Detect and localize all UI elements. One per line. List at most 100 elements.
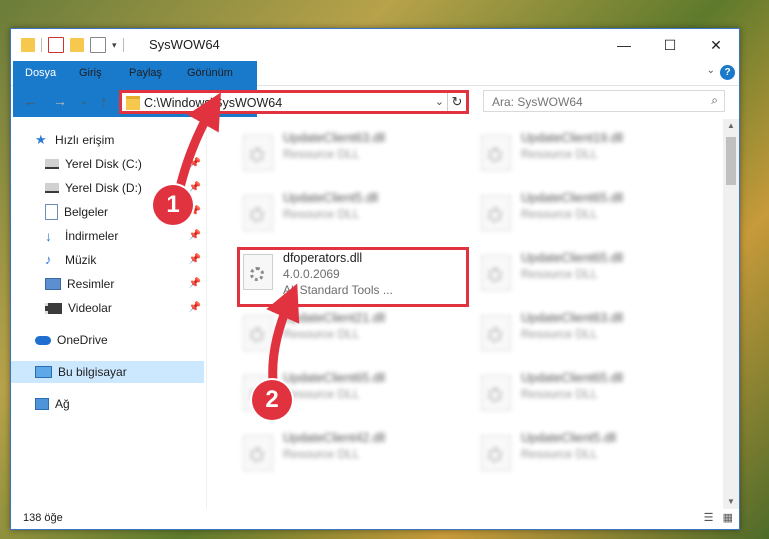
- window-title: SysWOW64: [149, 37, 220, 52]
- sidebar-item-label: Hızlı erişim: [55, 133, 115, 147]
- quick-access-toolbar: ▾: [21, 37, 130, 53]
- search-icon[interactable]: ⌕: [711, 93, 718, 108]
- file-version: 4.0.0.2069: [283, 267, 340, 281]
- back-arrow-icon[interactable]: ←: [21, 92, 39, 110]
- search-input[interactable]: [490, 94, 694, 110]
- file-item[interactable]: UpdateClient63.dll Resource DLL: [237, 129, 457, 185]
- sidebar-item-onedrive[interactable]: OneDrive: [35, 329, 108, 351]
- pin-icon[interactable]: 📌: [189, 153, 201, 175]
- folder-icon: [126, 96, 140, 110]
- forward-arrow-icon[interactable]: →: [51, 92, 69, 110]
- recent-locations-icon[interactable]: ⌄: [75, 92, 93, 110]
- file-item[interactable]: UpdateClient42.dll Resource DLL: [237, 429, 457, 485]
- gear-icon: [488, 208, 502, 222]
- ribbon-tabs: Dosya Giriş Paylaş Görünüm ⌄ ?: [11, 61, 739, 117]
- tab-giris[interactable]: Giriş: [69, 61, 112, 85]
- file-name: UpdateClient42.dll: [283, 431, 386, 445]
- file-item[interactable]: UpdateClient65.dll Resource DLL: [475, 189, 695, 245]
- sidebar-item-label: Bu bilgisayar: [58, 365, 127, 379]
- search-box[interactable]: ⌕: [483, 90, 725, 112]
- sidebar-item-label: Resimler: [67, 277, 115, 291]
- sidebar-item-this-pc[interactable]: Bu bilgisayar: [11, 361, 204, 383]
- chevron-down-icon[interactable]: ⌄: [435, 95, 444, 108]
- file-description: Resource DLL: [521, 267, 598, 281]
- file-item[interactable]: UpdateClient65.dll Resource DLL: [475, 369, 695, 425]
- gear-icon: [250, 448, 264, 462]
- vertical-scrollbar[interactable]: ▲ ▼: [723, 119, 739, 509]
- new-folder-icon[interactable]: [70, 38, 84, 52]
- dll-file-icon: [481, 195, 511, 231]
- large-icons-view-icon[interactable]: ▦: [723, 512, 733, 524]
- pin-icon[interactable]: 📌: [189, 273, 201, 295]
- sidebar-item-label: Videolar: [68, 301, 112, 315]
- sidebar-item-label: OneDrive: [57, 333, 108, 347]
- tab-gorunum[interactable]: Görünüm: [177, 61, 243, 85]
- address-bar[interactable]: C:\Windows\SysWOW64 ⌄ ↻: [119, 90, 469, 114]
- pane-divider[interactable]: [206, 119, 207, 509]
- file-item[interactable]: UpdateClient63.dll Resource DLL: [475, 309, 695, 365]
- file-description: Resource DLL: [521, 447, 598, 461]
- star-icon: ★: [35, 132, 47, 147]
- sidebar-item-pictures[interactable]: Resimler 📌: [45, 273, 201, 295]
- folder-icon: [21, 38, 35, 52]
- file-name: UpdateClient21.dll: [283, 311, 386, 325]
- view-toggle-icon[interactable]: [90, 37, 106, 53]
- scroll-thumb[interactable]: [726, 137, 736, 185]
- sidebar-item-label: Yerel Disk (D:): [65, 181, 142, 195]
- step-badge-1: 1: [153, 185, 193, 225]
- dll-file-icon: [481, 135, 511, 171]
- sidebar-item-label: Müzik: [65, 253, 97, 267]
- pin-icon[interactable]: 📌: [189, 225, 201, 247]
- file-name: UpdateClient65.dll: [521, 371, 624, 385]
- properties-icon[interactable]: [48, 37, 64, 53]
- file-description: All Standard Tools ...: [283, 283, 393, 297]
- file-item[interactable]: UpdateClient21.dll Resource DLL: [237, 309, 457, 365]
- details-view-icon[interactable]: ☰: [704, 512, 714, 524]
- scroll-up-icon[interactable]: ▲: [723, 119, 739, 133]
- dll-file-icon: [481, 375, 511, 411]
- help-icon[interactable]: ?: [720, 65, 735, 80]
- dll-file-icon: [243, 135, 273, 171]
- close-button[interactable]: ✕: [693, 29, 739, 61]
- pin-icon[interactable]: 📌: [189, 297, 201, 319]
- drive-icon: [45, 159, 59, 169]
- file-name: UpdateClient5.dll: [521, 431, 617, 445]
- sidebar-item-label: Belgeler: [64, 205, 109, 219]
- gear-icon: [488, 388, 502, 402]
- file-item-dfoperators[interactable]: dfoperators.dll 4.0.0.2069 All Standard …: [237, 247, 469, 307]
- dll-file-icon: [481, 255, 511, 291]
- dll-file-icon: [481, 435, 511, 471]
- dll-file-icon: [243, 195, 273, 231]
- pin-icon[interactable]: 📌: [189, 249, 201, 271]
- sidebar-item-quick-access[interactable]: ★ Hızlı erişim: [35, 129, 114, 151]
- file-item[interactable]: UpdateClient65.dll Resource DLL: [475, 249, 695, 305]
- minimize-button[interactable]: —: [601, 29, 647, 61]
- sidebar-item-label: Ağ: [55, 397, 70, 411]
- file-name: UpdateClient65.dll: [521, 251, 624, 265]
- ribbon-expand-icon[interactable]: ⌄: [707, 65, 715, 76]
- up-arrow-icon[interactable]: ↑: [95, 92, 113, 110]
- view-mode-toggles: ☰ ▦: [704, 511, 733, 524]
- maximize-button[interactable]: ☐: [647, 29, 693, 61]
- chevron-down-icon[interactable]: ▾: [112, 40, 117, 51]
- tab-paylas[interactable]: Paylaş: [119, 61, 172, 85]
- file-item[interactable]: UpdateClient5.dll Resource DLL: [475, 429, 695, 485]
- sidebar-item-disk-c[interactable]: Yerel Disk (C:) 📌: [45, 153, 201, 175]
- gear-icon: [250, 208, 264, 222]
- sidebar-item-network[interactable]: Ağ: [35, 393, 70, 415]
- file-item[interactable]: UpdateClient5.dll Resource DLL: [237, 189, 457, 245]
- sidebar-item-downloads[interactable]: ↓ İndirmeler 📌: [45, 225, 201, 247]
- navigation-pane: ★ Hızlı erişim Yerel Disk (C:) 📌 Yerel D…: [11, 125, 204, 505]
- pictures-icon: [45, 278, 61, 290]
- documents-icon: [45, 204, 58, 220]
- title-bar: ▾ SysWOW64 — ☐ ✕: [11, 29, 739, 61]
- refresh-icon[interactable]: ↻: [447, 93, 466, 111]
- file-description: Resource DLL: [521, 207, 598, 221]
- sidebar-item-music[interactable]: ♪ Müzik 📌: [45, 249, 201, 271]
- file-item[interactable]: UpdateClient19.dll Resource DLL: [475, 129, 695, 185]
- gear-icon: [250, 267, 264, 281]
- sidebar-item-videos[interactable]: Videolar 📌: [45, 297, 201, 319]
- address-path: C:\Windows\SysWOW64: [144, 96, 283, 110]
- file-description: Resource DLL: [283, 207, 360, 221]
- network-icon: [35, 398, 49, 410]
